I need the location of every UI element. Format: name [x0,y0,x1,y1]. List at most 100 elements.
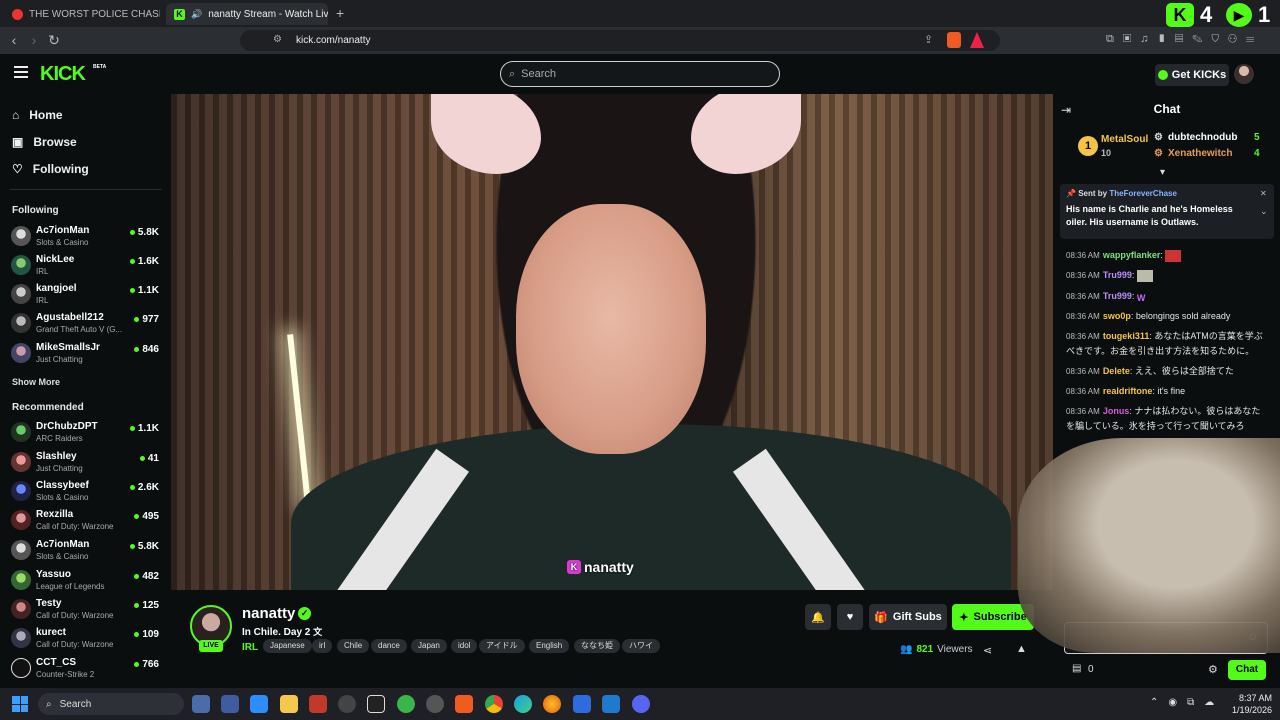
unpin-icon[interactable]: ✕ [1260,189,1267,198]
user-avatar[interactable] [1234,64,1254,84]
brave-shields-icon[interactable] [947,32,961,48]
sidebar-item-home[interactable]: ⌂ Home [12,106,63,124]
channel-item[interactable]: kurect Call of Duty: Warzone 109 [11,626,161,652]
system-tray-icons[interactable]: ⌃◉⧉☁ [1150,697,1224,708]
channel-item[interactable]: Slashley Just Chatting 41 [11,450,161,476]
show-more-link[interactable]: Show More [12,377,60,387]
app-icon[interactable] [397,695,415,713]
channel-item[interactable]: Ac7ionMan Slots & Casino 5.8K [11,224,161,250]
taskbar-search[interactable]: ⌕ Search [38,693,184,715]
share-icon[interactable]: ⇪ [924,33,933,46]
video-player[interactable]: K nanatty [171,94,1053,590]
channel-category: Call of Duty: Warzone [36,640,114,649]
app-icon[interactable] [250,695,268,713]
browser-tab-youtube[interactable]: THE WORST POLICE CHASE I'VE EVER [4,3,160,25]
site-info-icon[interactable]: ⚙ [273,34,282,45]
viewer-count: 1.1K [129,285,159,296]
brave-browser-icon[interactable] [455,695,473,713]
search-icon: ⌕ [46,698,52,710]
share-icon[interactable]: ⋖ [983,644,992,657]
search-input[interactable]: ⌕ Search [500,61,780,87]
tag[interactable]: Chile [337,639,370,653]
live-dot-icon [129,425,135,431]
channel-item[interactable]: CCT_CS Counter-Strike 2 766 [11,656,161,682]
tag[interactable]: Japanese [263,639,312,653]
top-gifter-name[interactable]: Xenathewitch [1168,148,1232,159]
sidebar-item-following[interactable]: ♡ Following [12,160,89,178]
channel-item[interactable]: kangjoel IRL 1.1K [11,282,161,308]
tag[interactable]: irl [312,639,333,653]
send-chat-button[interactable]: Chat [1228,660,1266,680]
overlay-count-2-icon: 1 [1258,2,1271,27]
expand-leaderboard-icon[interactable]: ▾ [1160,167,1165,178]
tag[interactable]: idol [451,639,478,653]
tag[interactable]: ななち姫 [574,639,620,653]
windows-start-icon[interactable] [12,696,28,712]
notifications-button[interactable]: 🔔 [805,604,831,630]
channel-name: Classybeef [36,480,89,491]
channel-item[interactable]: Classybeef Slots & Casino 2.6K [11,479,161,505]
app-icon[interactable] [573,695,591,713]
extensions-icons[interactable]: ⧉▣♫▮▤✎⛉⚇☰ [1106,33,1263,46]
channel-category: Just Chatting [36,355,83,364]
channel-item[interactable]: Yassuo League of Legends 482 [11,568,161,594]
report-icon[interactable]: ▲ [1016,643,1027,655]
avatar [11,422,31,442]
vscode-icon[interactable] [602,695,620,713]
tag[interactable]: English [529,639,570,653]
avatar [11,658,31,678]
edge-icon[interactable] [514,695,532,713]
chat-message: 08:36 AM tougeki311: あなたはATMの言葉を学ぶべきです。お金… [1066,331,1263,356]
app-icon[interactable] [426,695,444,713]
kick-favicon-icon: K [174,8,185,20]
channel-category: Just Chatting [36,464,83,473]
live-dot-icon [134,602,140,608]
channel-item[interactable]: Rexzilla Call of Duty: Warzone 495 [11,508,161,534]
app-icon[interactable] [192,695,210,713]
follow-button[interactable]: ♥ [837,604,863,630]
sidebar-item-browse[interactable]: ▣ Browse [12,133,77,151]
speaker-icon: 🔊 [191,8,203,19]
viewer-count: 1.6K [129,256,159,267]
expand-pinned-icon[interactable]: ⌄ [1260,206,1268,217]
file-explorer-icon[interactable] [280,695,298,713]
gift-subs-button[interactable]: 🎁 Gift Subs [869,604,947,630]
chat-message: 08:36 AM Jonus: ナナは払わない。彼らはあなたを騙している。氷を持っ… [1066,406,1261,431]
channel-item[interactable]: NickLee IRL 1.6K [11,253,161,279]
channel-item[interactable]: Agustabell212 Grand Theft Auto V (G... 9… [11,311,161,337]
app-icon[interactable] [367,695,385,713]
address-bar[interactable]: ⚙ kick.com/nanatty ⇪ [240,30,1000,51]
forward-icon[interactable]: › [26,32,42,48]
menu-icon[interactable] [14,66,28,78]
channel-item[interactable]: DrChubzDPT ARC Raiders 1.1K [11,420,161,446]
chrome-icon[interactable] [485,695,503,713]
tag[interactable]: Japan [411,639,447,653]
top-gifter-name[interactable]: MetalSoul [1101,134,1148,145]
channel-item[interactable]: MikeSmallsJr Just Chatting 846 [11,341,161,367]
discord-icon[interactable] [632,695,650,713]
reload-icon[interactable]: ↻ [46,32,62,48]
chat-settings-icon[interactable]: ⚙ [1208,663,1218,676]
viewer-count: 766 [134,659,159,670]
channel-item[interactable]: Testy Call of Duty: Warzone 125 [11,597,161,623]
app-icon[interactable] [221,695,239,713]
back-icon[interactable]: ‹ [6,32,22,48]
kick-logo[interactable]: KICK [40,63,86,86]
get-kicks-button[interactable]: Get KICKs [1155,64,1229,86]
emote-icon [1165,249,1182,262]
tag[interactable]: ハワイ [622,639,660,653]
app-icon[interactable] [338,695,356,713]
firefox-icon[interactable] [543,695,561,713]
tag[interactable]: dance [371,639,407,653]
new-tab-icon[interactable]: + [336,5,344,21]
top-gifter-name[interactable]: dubtechnodub [1168,132,1237,143]
clock[interactable]: 8:37 AM 1/19/2026 [1220,692,1272,716]
app-icon[interactable] [309,695,327,713]
tag[interactable]: アイドル [479,639,525,653]
channel-item[interactable]: Ac7ionMan Slots & Casino 5.8K [11,538,161,564]
browser-tab-kick[interactable]: K 🔊 nanatty Stream - Watch Live o × [166,3,328,25]
streamer-name[interactable]: nanatty [242,605,295,622]
avatar [11,628,31,648]
avatar [11,540,31,560]
category-link[interactable]: IRL [242,642,258,653]
